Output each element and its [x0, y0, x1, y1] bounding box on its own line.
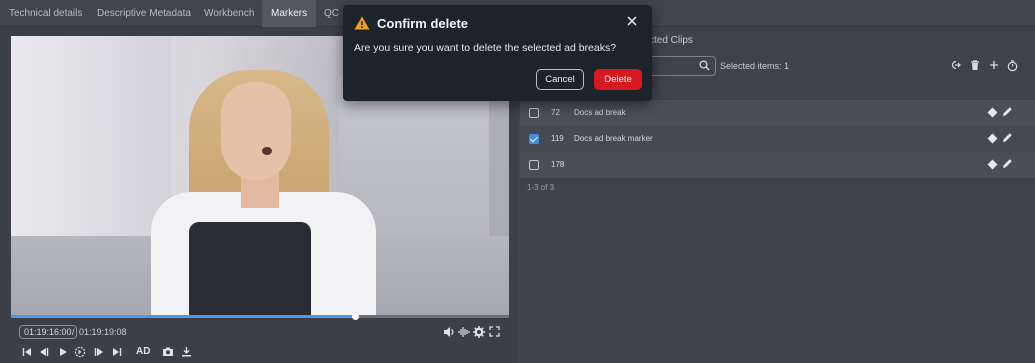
- diamond-icon[interactable]: [987, 107, 998, 118]
- pencil-icon[interactable]: [1002, 132, 1013, 146]
- frame-forward-icon[interactable]: [94, 347, 104, 357]
- diamond-icon[interactable]: [987, 133, 998, 144]
- dialog-message: Are you sure you want to delete the sele…: [354, 42, 617, 54]
- volume-icon[interactable]: [443, 326, 455, 338]
- markers-list: 72 Docs ad break 119 Docs ad break marke…: [520, 100, 1035, 178]
- search-icon[interactable]: [699, 60, 710, 74]
- cancel-button[interactable]: Cancel: [536, 69, 584, 90]
- row-checkbox[interactable]: [529, 160, 539, 170]
- tab-markers[interactable]: Markers: [262, 0, 317, 27]
- table-row[interactable]: 178: [520, 152, 1035, 178]
- camera-icon[interactable]: [162, 346, 174, 357]
- play-icon[interactable]: [58, 347, 68, 357]
- table-row[interactable]: 119 Docs ad break marker: [520, 126, 1035, 152]
- close-icon[interactable]: [627, 16, 637, 29]
- delete-button[interactable]: Delete: [594, 69, 642, 90]
- frame-back-icon[interactable]: [39, 347, 49, 357]
- dialog-title: Confirm delete: [377, 16, 469, 31]
- pagination-info: 1-3 of 3: [527, 183, 555, 192]
- row-checkbox[interactable]: [529, 134, 539, 144]
- pencil-icon[interactable]: [1002, 106, 1013, 120]
- current-timecode[interactable]: 01:19:16:00: [19, 325, 77, 339]
- marker-id: 178: [551, 160, 565, 169]
- pencil-icon[interactable]: [1002, 158, 1013, 172]
- export-icon[interactable]: [951, 60, 961, 73]
- trash-icon[interactable]: [970, 60, 980, 74]
- plus-icon[interactable]: [989, 60, 999, 73]
- marker-id: 72: [551, 108, 560, 117]
- gear-icon[interactable]: [473, 326, 485, 338]
- skip-start-icon[interactable]: [22, 347, 32, 357]
- download-icon[interactable]: [181, 346, 192, 357]
- progress-fill: [11, 315, 355, 318]
- progress-thumb[interactable]: [351, 313, 359, 320]
- row-checkbox[interactable]: [529, 108, 539, 118]
- marker-name: Docs ad break marker: [574, 134, 653, 143]
- loop-icon[interactable]: [74, 346, 86, 358]
- tab-workbench[interactable]: Workbench: [195, 0, 263, 27]
- timer-icon[interactable]: [1007, 60, 1018, 75]
- playback-progress-bar[interactable]: [11, 313, 509, 320]
- tab-descriptive-metadata[interactable]: Descriptive Metadata: [88, 0, 200, 27]
- fullscreen-icon[interactable]: [489, 326, 500, 337]
- timecode-separator: /: [72, 327, 75, 337]
- diamond-icon[interactable]: [987, 159, 998, 170]
- audio-description-button[interactable]: AD: [136, 346, 150, 358]
- tab-selected-clips[interactable]: cted Clips: [649, 35, 693, 46]
- confirm-delete-dialog: Confirm delete Are you sure you want to …: [343, 5, 652, 101]
- skip-end-icon[interactable]: [112, 347, 122, 357]
- marker-id: 119: [551, 134, 564, 143]
- selected-items-count: Selected items: 1: [720, 61, 790, 71]
- warning-icon: [354, 16, 370, 33]
- waveform-icon[interactable]: [458, 326, 470, 338]
- tab-technical-details[interactable]: Technical details: [0, 0, 91, 27]
- table-row[interactable]: 72 Docs ad break: [520, 100, 1035, 126]
- marker-name: Docs ad break: [574, 108, 626, 117]
- duration-timecode: 01:19:19:08: [79, 327, 127, 337]
